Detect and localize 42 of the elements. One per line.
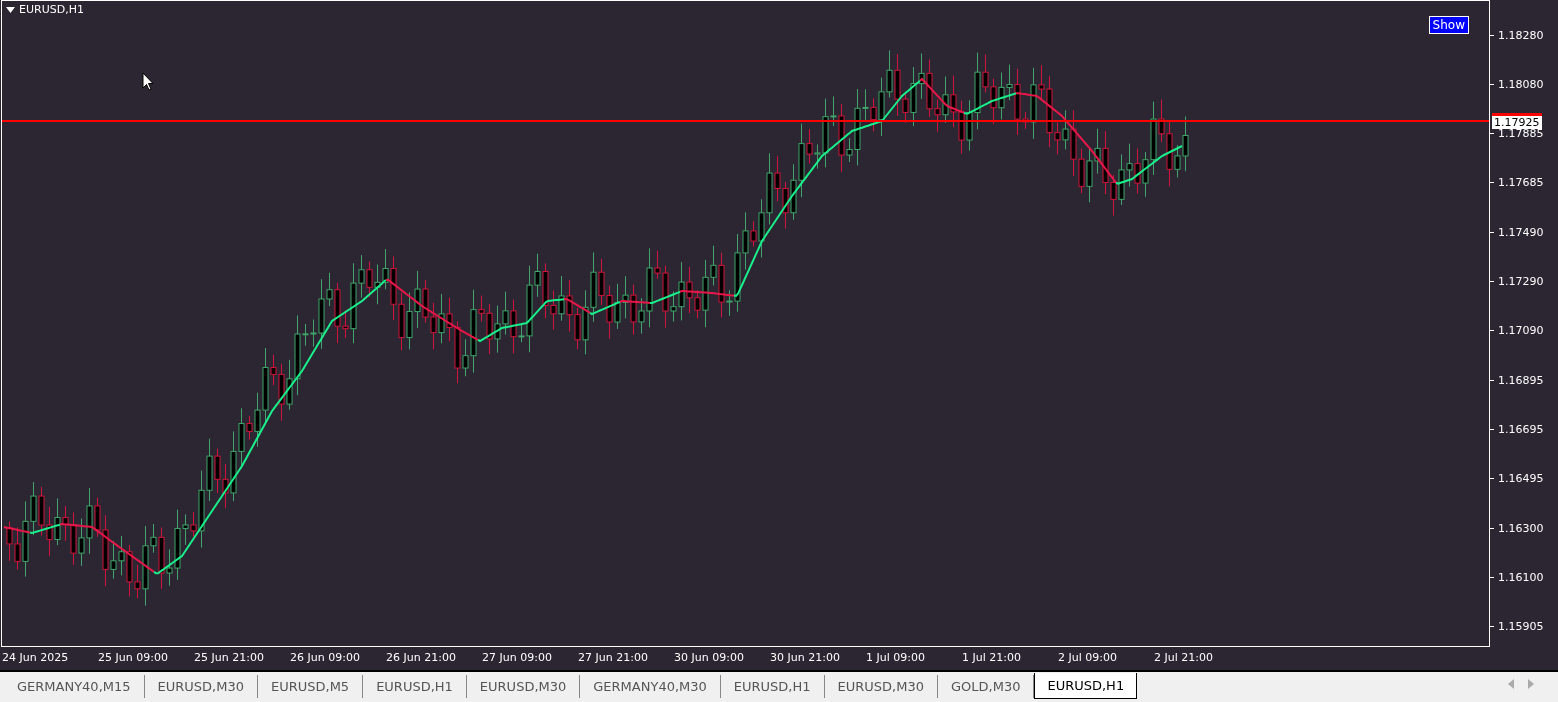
price-label: 1.15905 [1490,619,1554,634]
chart-tab[interactable]: EURUSD,H1 [363,675,467,698]
price-label: 1.16100 [1490,570,1554,585]
price-label: 1.16695 [1490,422,1554,437]
price-label: 1.17685 [1490,176,1554,190]
current-price-label: 1.17925 [1492,113,1542,129]
price-label: 1.16495 [1490,471,1554,486]
price-label: 1.18280 [1490,28,1554,42]
time-label: 1 Jul 21:00 [962,650,1022,666]
price-label: 1.18080 [1490,77,1554,92]
time-label: 1 Jul 09:00 [866,650,926,666]
time-label: 26 Jun 09:00 [290,650,361,666]
price-label: 1.17885 [1490,126,1554,141]
show-button[interactable]: Show [1428,16,1469,34]
time-label: 30 Jun 21:00 [770,650,841,666]
price-label: 1.16300 [1490,521,1554,536]
chart-tab[interactable]: EURUSD,H1 [1034,673,1138,699]
time-label: 24 Jun 2025 [2,650,70,666]
chart-tab[interactable]: EURUSD,M30 [466,675,581,698]
time-label: 27 Jun 09:00 [482,650,553,666]
dropdown-icon[interactable] [6,6,15,13]
time-label: 2 Jul 09:00 [1058,650,1118,666]
time-label: 25 Jun 09:00 [98,650,169,666]
chart-tab[interactable]: EURUSD,M30 [824,675,938,698]
time-label: 25 Jun 21:00 [194,650,265,666]
time-label: 30 Jun 09:00 [674,650,745,666]
time-label: 2 Jul 21:00 [1154,650,1214,666]
price-label: 1.17490 [1490,225,1554,240]
chart-tab[interactable]: EURUSD,M30 [144,675,258,698]
chart-tab[interactable]: GERMANY40,M30 [580,675,721,698]
chart-tab[interactable]: EURUSD,H1 [720,675,825,698]
cursor-icon [142,72,154,91]
price-label: 1.17290 [1490,274,1554,289]
price-label: 1.16895 [1490,373,1554,388]
chart-title: EURUSD,H1 [19,3,84,16]
scroll-left-icon[interactable] [1508,679,1514,689]
chart-tab[interactable]: GERMANY40,M15 [4,675,145,698]
time-label: 27 Jun 21:00 [578,650,649,666]
price-label: 1.17090 [1490,323,1554,338]
time-label: 26 Jun 21:00 [386,650,457,666]
scroll-right-icon[interactable] [1528,679,1534,689]
chart-tab[interactable]: EURUSD,M5 [257,675,364,698]
